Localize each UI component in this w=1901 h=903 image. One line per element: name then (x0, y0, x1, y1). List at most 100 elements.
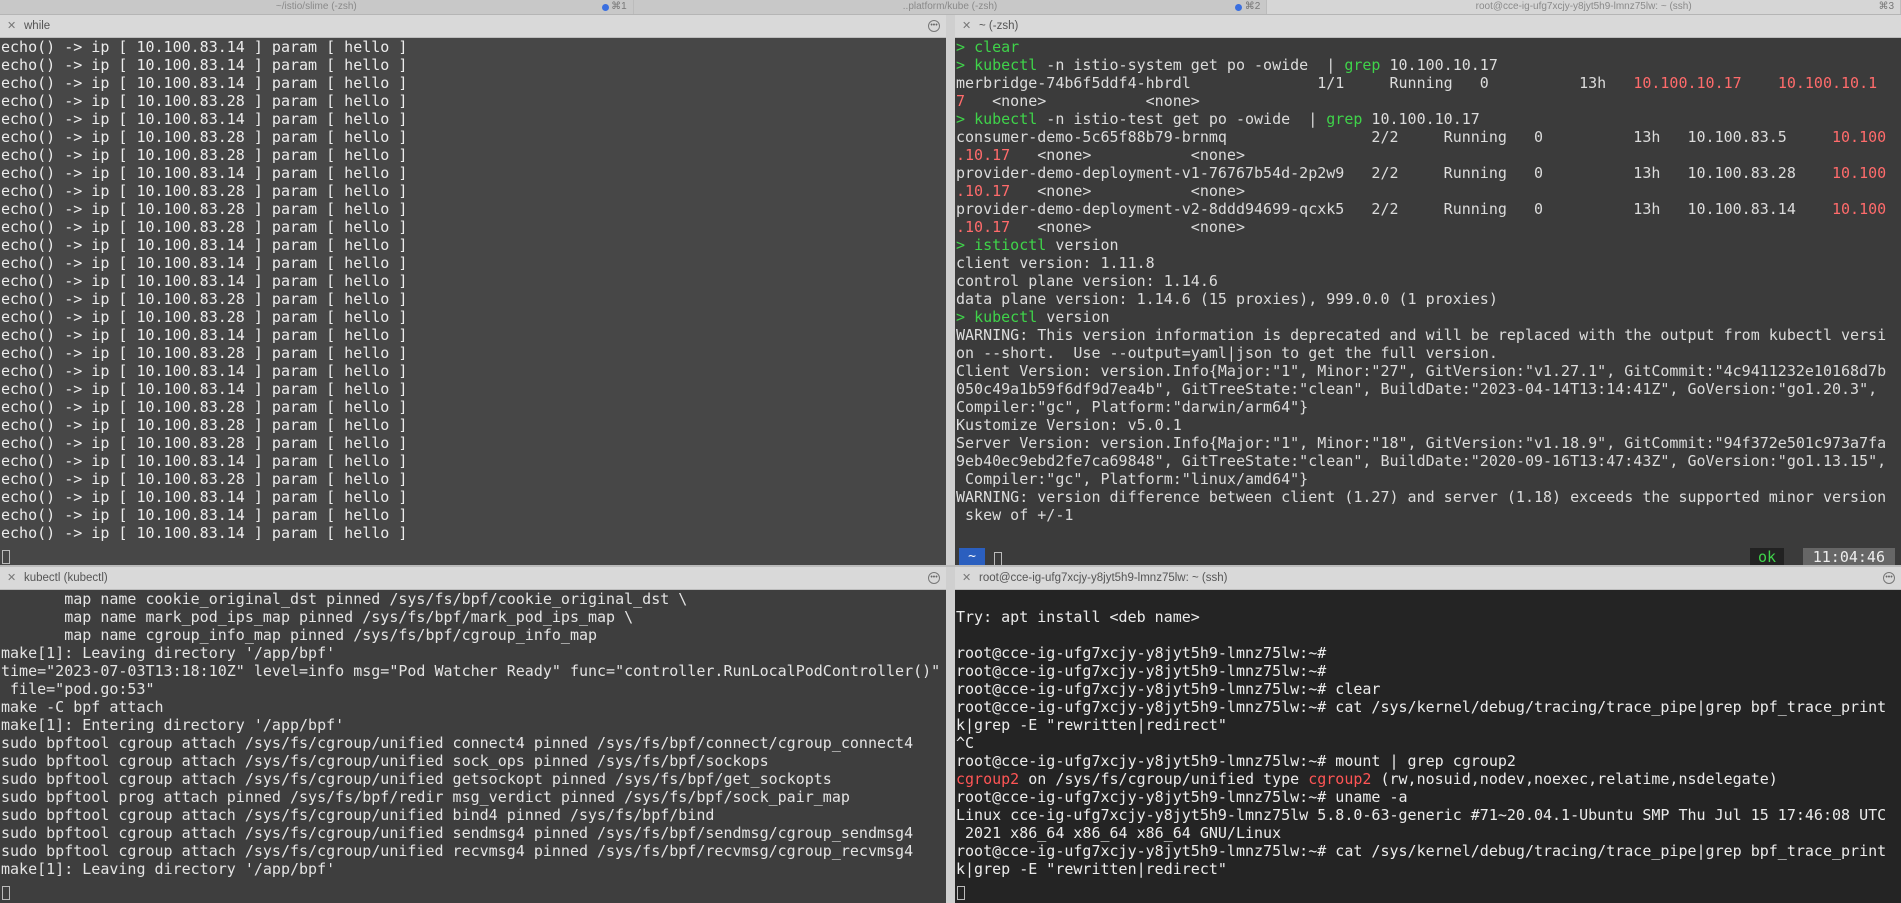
terminal-text-segment: Compiler:"gc", Platform:"darwin/arm64"} (956, 398, 1309, 416)
pane-divider-vertical[interactable] (946, 15, 955, 903)
pane-options-icon[interactable]: ••• (1883, 572, 1895, 584)
terminal-output[interactable]: Try: apt install <deb name> root@cce-ig-u… (955, 590, 1901, 903)
terminal-text-segment: 050c49a1b59f6df9d7ea4b", GitTreeState:"c… (956, 380, 1878, 398)
terminal-text-segment: .10.17 (956, 146, 1011, 164)
activity-dot-icon (1235, 4, 1243, 11)
terminal-line: provider-demo-deployment-v1-76767b54d-2p… (956, 164, 1901, 182)
terminal-line: echo() -> ip [ 10.100.83.28 ] param [ he… (1, 200, 408, 218)
exit-status-badge: ok (1749, 548, 1784, 566)
pane-bottom-left[interactable]: ✕ kubectl (kubectl) ••• map name cookie_… (0, 567, 946, 903)
terminal-text-segment: merbridge-74b6f5ddf4-hbrdl 1/1 Running 0… (956, 74, 1634, 92)
terminal-line: WARNING: This version information is dep… (956, 326, 1901, 344)
terminal-line: 9eb40ec9ebd2fe7ca69848", GitTreeState:"c… (956, 452, 1901, 470)
terminal-line: Try: apt install <deb name> (956, 608, 1901, 626)
terminal-line: map name cgroup_info_map pinned /sys/fs/… (1, 626, 598, 644)
terminal-text-segment: version (1046, 236, 1119, 254)
activity-dot-icon (601, 4, 609, 11)
tab-3[interactable]: root@cce-ig-ufg7xcjy-y8jyt5h9-lmnz75lw: … (1267, 0, 1901, 14)
terminal-line: echo() -> ip [ 10.100.83.14 ] param [ he… (1, 272, 408, 290)
terminal-text-segment: > (956, 110, 975, 128)
terminal-line: map name mark_pod_ips_map pinned /sys/fs… (1, 608, 634, 626)
terminal-output[interactable]: map name cookie_original_dst pinned /sys… (0, 590, 946, 903)
terminal-line: Linux cce-ig-ufg7xcjy-y8jyt5h9-lmnz75lw … (956, 806, 1901, 824)
terminal-text-segment: cgroup2 (956, 770, 1020, 788)
terminal-text-segment: WARNING: version difference between clie… (956, 488, 1887, 506)
terminal-line: echo() -> ip [ 10.100.83.14 ] param [ he… (1, 362, 408, 380)
terminal-text-segment: ^C (956, 734, 975, 752)
tab-2-title: ..platform/kube (-zsh) (902, 1, 998, 12)
pane-top-right[interactable]: ✕ ~ (-zsh) > clear > kubectl -n istio-sys… (955, 15, 1901, 567)
terminal-line: echo() -> ip [ 10.100.83.28 ] param [ he… (1, 398, 408, 416)
terminal-line: echo() -> ip [ 10.100.83.28 ] param [ he… (1, 344, 408, 362)
terminal-line: echo() -> ip [ 10.100.83.28 ] param [ he… (1, 308, 408, 326)
terminal-line: 2021 x86_64 x86_64 x86_64 GNU/Linux (956, 824, 1901, 842)
terminal-line: echo() -> ip [ 10.100.83.14 ] param [ he… (1, 326, 408, 344)
terminal-line: > kubectl -n istio-test get po -owide | … (956, 110, 1901, 128)
terminal-line: make -C bpf attach (1, 698, 164, 716)
tab-2[interactable]: ..platform/kube (-zsh) ⌘2 (633, 0, 1268, 14)
terminal-line: > kubectl version (956, 308, 1901, 326)
close-pane-icon[interactable]: ✕ (7, 15, 16, 38)
tab-3-title: root@cce-ig-ufg7xcjy-y8jyt5h9-lmnz75lw: … (1475, 1, 1692, 12)
terminal-line: Client Version: version.Info{Major:"1", … (956, 362, 1901, 380)
clock-badge: 11:04:46 (1802, 548, 1895, 566)
terminal-line: root@cce-ig-ufg7xcjy-y8jyt5h9-lmnz75lw:~… (956, 788, 1901, 806)
terminal-text-segment: Linux cce-ig-ufg7xcjy-y8jyt5h9-lmnz75lw … (956, 806, 1887, 824)
terminal-text-segment: 10.100.10.17 (1633, 74, 1742, 92)
pane-divider-horizontal[interactable] (0, 565, 1901, 567)
terminal-output[interactable]: > clear > kubectl -n istio-system get po … (955, 38, 1901, 567)
terminal-line: merbridge-74b6f5ddf4-hbrdl 1/1 Running 0… (956, 74, 1901, 92)
terminal-line: sudo bpftool cgroup attach /sys/fs/cgrou… (1, 842, 914, 860)
terminal-cursor (957, 883, 965, 901)
close-pane-icon[interactable]: ✕ (962, 567, 971, 590)
pane-options-icon[interactable]: ••• (928, 572, 940, 584)
terminal-line: Server Version: version.Info{Major:"1", … (956, 434, 1901, 452)
terminal-text-segment: 2021 x86_64 x86_64 x86_64 GNU/Linux (956, 824, 1282, 842)
terminal-line: .10.17 <none> <none> (956, 218, 1901, 236)
terminal-text-segment: cgroup2 (1308, 770, 1372, 788)
pane-bottom-right[interactable]: ✕ root@cce-ig-ufg7xcjy-y8jyt5h9-lmnz75lw… (955, 567, 1901, 903)
terminal-text-segment: > (956, 308, 975, 326)
tab-1-shortcut: ⌘1 (611, 1, 627, 12)
terminal-line: root@cce-ig-ufg7xcjy-y8jyt5h9-lmnz75lw:~… (956, 752, 1901, 770)
terminal-line: root@cce-ig-ufg7xcjy-y8jyt5h9-lmnz75lw:~… (956, 698, 1901, 716)
terminal-line: control plane version: 1.14.6 (956, 272, 1901, 290)
terminal-line: root@cce-ig-ufg7xcjy-y8jyt5h9-lmnz75lw:~… (956, 662, 1901, 680)
terminal-text-segment: grep (1344, 56, 1381, 74)
terminal-text-segment: k|grep -E "rewritten|redirect" (956, 716, 1227, 734)
terminal-output[interactable]: echo() -> ip [ 10.100.83.14 ] param [ he… (0, 38, 946, 567)
terminal-text-segment: > (956, 38, 975, 56)
terminal-line: Kustomize Version: v5.0.1 (956, 416, 1901, 434)
terminal-line: provider-demo-deployment-v2-8ddd94699-qc… (956, 200, 1901, 218)
terminal-line: > clear (956, 38, 1901, 56)
terminal-line: sudo bpftool cgroup attach /sys/fs/cgrou… (1, 752, 769, 770)
terminal-line: > istioctl version (956, 236, 1901, 254)
pane-options-icon[interactable]: ••• (928, 20, 940, 32)
terminal-text-segment: provider-demo-deployment-v1-76767b54d-2p… (956, 164, 1832, 182)
close-pane-icon[interactable]: ✕ (7, 567, 16, 590)
tab-1[interactable]: ~/istio/slime (-zsh) ⌘1 (0, 0, 634, 14)
terminal-text-segment: -n istio-system get po -owide | (1037, 56, 1345, 74)
terminal-line: make[1]: Leaving directory '/app/bpf' (1, 860, 336, 878)
terminal-line: sudo bpftool cgroup attach /sys/fs/cgrou… (1, 734, 914, 752)
terminal-text-segment: Try: apt install <deb name> (956, 608, 1200, 626)
terminal-line: echo() -> ip [ 10.100.83.14 ] param [ he… (1, 236, 408, 254)
terminal-line: time="2023-07-03T13:18:10Z" level=info m… (1, 662, 941, 680)
terminal-line: make[1]: Leaving directory '/app/bpf' (1, 644, 336, 662)
pane-title-bar: ✕ root@cce-ig-ufg7xcjy-y8jyt5h9-lmnz75lw… (955, 567, 1901, 590)
terminal-text-segment: on /sys/fs/cgroup/unified type (1019, 770, 1309, 788)
pane-top-left[interactable]: ✕ while ••• echo() -> ip [ 10.100.83.14 … (0, 15, 946, 567)
terminal-line: cgroup2 on /sys/fs/cgroup/unified type c… (956, 770, 1901, 788)
terminal-text-segment: (rw,nosuid,nodev,noexec,relatime,nsdeleg… (1371, 770, 1778, 788)
terminal-text-segment: 10.100 (1831, 200, 1887, 218)
close-pane-icon[interactable]: ✕ (962, 15, 971, 38)
home-dir-badge: ~ (959, 548, 985, 566)
tab-2-shortcut: ⌘2 (1244, 1, 1261, 12)
terminal-line: echo() -> ip [ 10.100.83.14 ] param [ he… (1, 452, 408, 470)
terminal-line: sudo bpftool cgroup attach /sys/fs/cgrou… (1, 824, 914, 842)
terminal-line: consumer-demo-5c65f88b79-brnmq 2/2 Runni… (956, 128, 1901, 146)
terminal-line: WARNING: version difference between clie… (956, 488, 1901, 506)
terminal-line: k|grep -E "rewritten|redirect" (956, 716, 1901, 734)
